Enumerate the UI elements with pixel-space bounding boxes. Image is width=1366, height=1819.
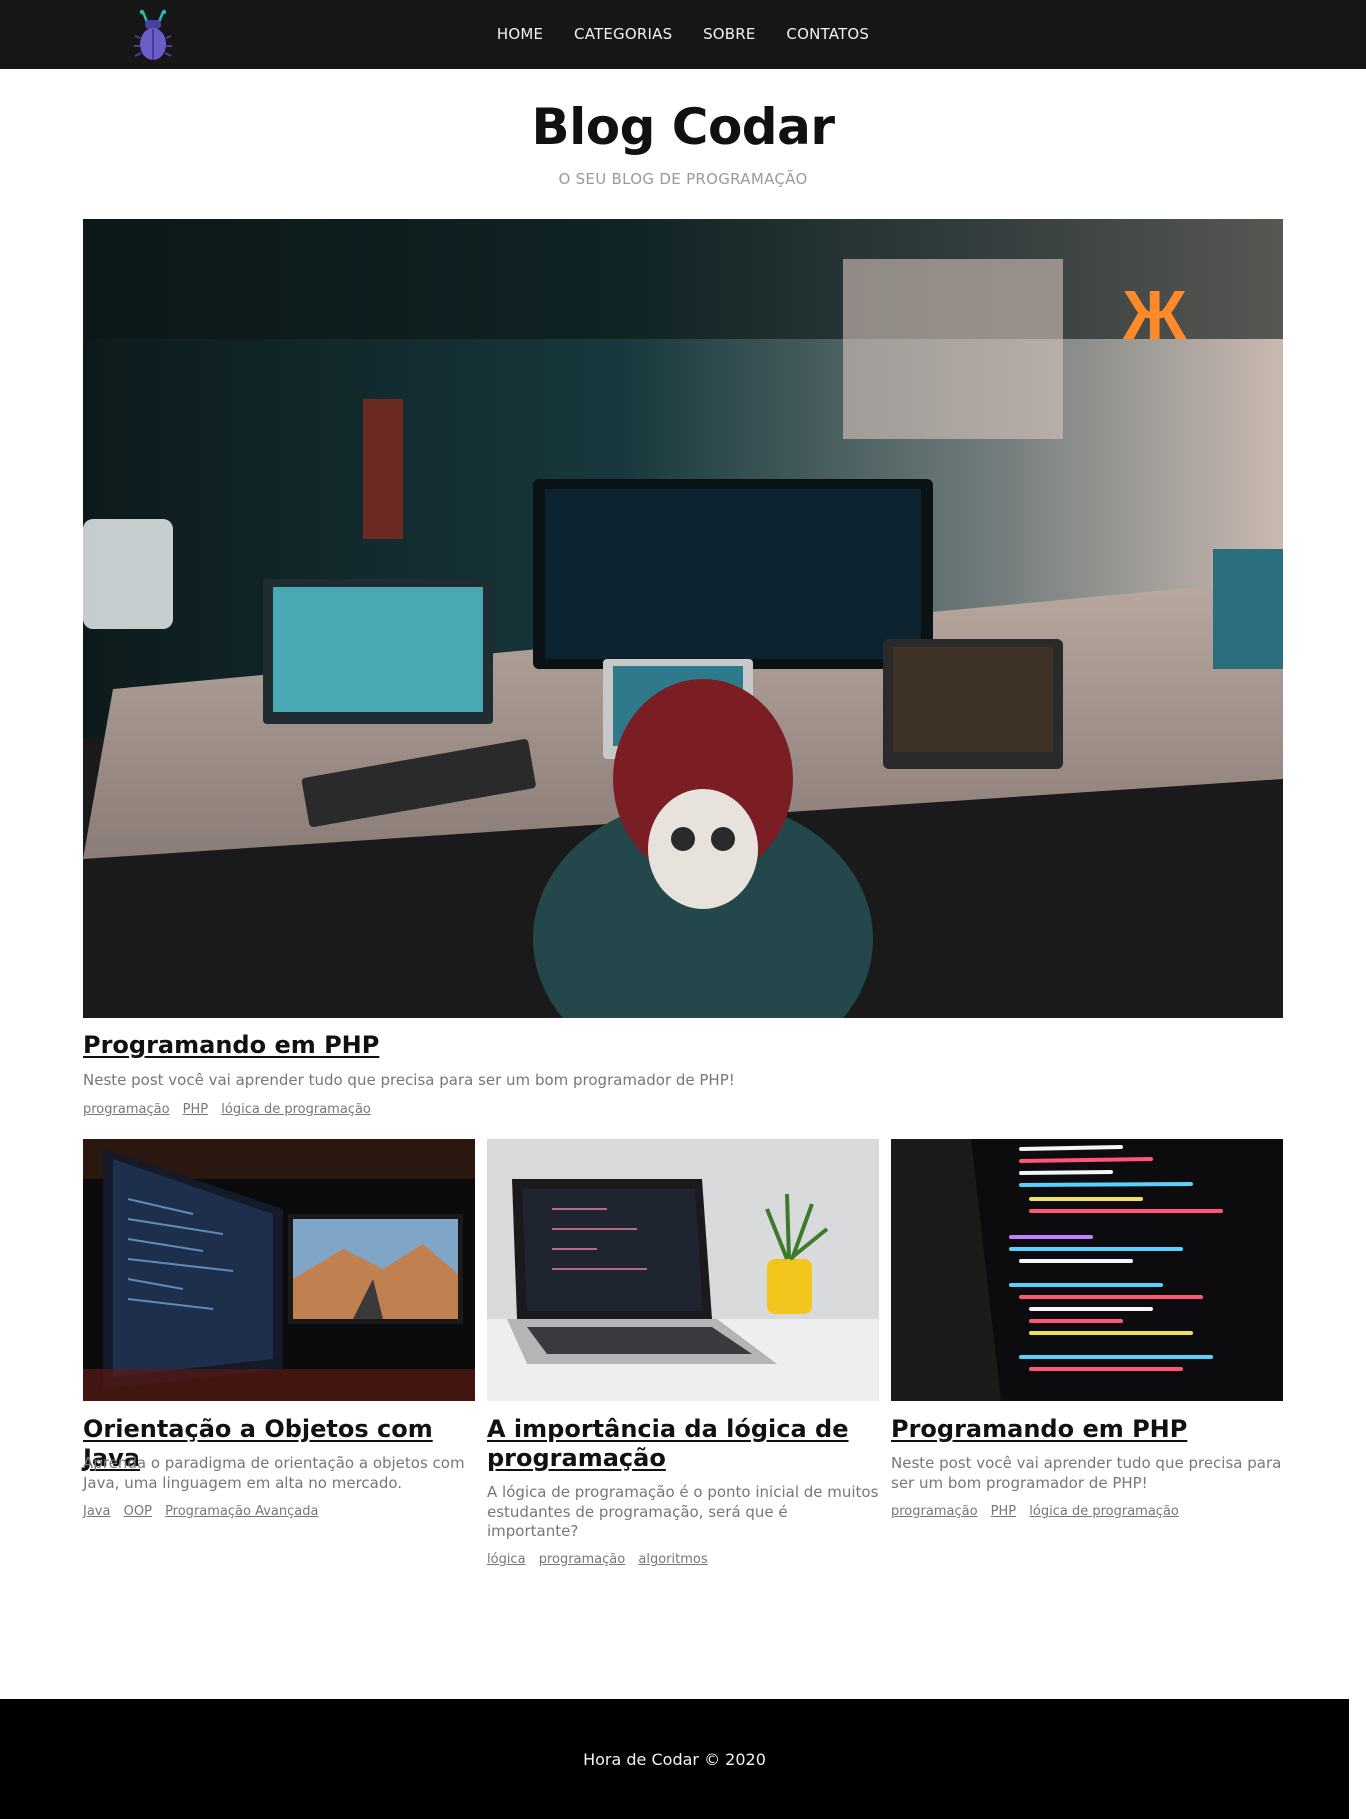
tag-link[interactable]: PHP <box>183 1102 208 1117</box>
navbar: HOME CATEGORIAS SOBRE CONTATOS <box>0 0 1366 69</box>
blog-title: Blog Codar <box>531 98 835 156</box>
tag-link[interactable]: lógica de programação <box>1029 1504 1179 1519</box>
tag-link[interactable]: programação <box>539 1552 626 1567</box>
featured-post-image[interactable]: Ж <box>83 219 1283 1018</box>
post-tags: lógica programação algoritmos <box>487 1552 717 1567</box>
post-tags: Java OOP Programação Avançada <box>83 1504 327 1519</box>
post-card-image-java[interactable] <box>83 1139 475 1401</box>
footer-text: Hora de Codar © 2020 <box>583 1750 766 1769</box>
featured-post-excerpt: Neste post você vai aprender tudo que pr… <box>83 1071 735 1089</box>
nav-contatos[interactable]: CONTATOS <box>786 25 869 43</box>
post-excerpt: Neste post você vai aprender tudo que pr… <box>891 1454 1282 1492</box>
post-card-image-logic[interactable] <box>487 1139 879 1401</box>
post-title[interactable]: A importância da lógica de programação <box>487 1415 879 1473</box>
nav-sobre[interactable]: SOBRE <box>703 25 756 43</box>
tag-link[interactable]: programação <box>83 1102 170 1117</box>
tag-link[interactable]: Programação Avançada <box>165 1504 318 1519</box>
blog-subtitle: O SEU BLOG DE PROGRAMAÇÃO <box>558 170 808 188</box>
featured-post-tags: programação PHP lógica de programação <box>83 1102 380 1117</box>
tag-link[interactable]: algoritmos <box>638 1552 707 1567</box>
post-tags: programação PHP lógica de programação <box>891 1504 1188 1519</box>
tag-link[interactable]: lógica de programação <box>221 1102 371 1117</box>
svg-text:Ж: Ж <box>1122 276 1187 354</box>
nav-menu: HOME CATEGORIAS SOBRE CONTATOS <box>0 25 1366 43</box>
featured-post-title[interactable]: Programando em PHP <box>83 1031 379 1060</box>
tag-link[interactable]: lógica <box>487 1552 526 1567</box>
tag-link[interactable]: programação <box>891 1504 978 1519</box>
post-title[interactable]: Programando em PHP <box>891 1415 1283 1444</box>
tag-link[interactable]: Java <box>83 1504 110 1519</box>
tag-link[interactable]: OOP <box>124 1504 152 1519</box>
nav-home[interactable]: HOME <box>497 25 543 43</box>
post-card-image-php[interactable] <box>891 1139 1283 1401</box>
nav-categorias[interactable]: CATEGORIAS <box>574 25 672 43</box>
post-excerpt: A lógica de programação é o ponto inicia… <box>487 1483 879 1540</box>
tag-link[interactable]: PHP <box>991 1504 1016 1519</box>
post-excerpt: Aprenda o paradigma de orientação a obje… <box>83 1454 465 1492</box>
